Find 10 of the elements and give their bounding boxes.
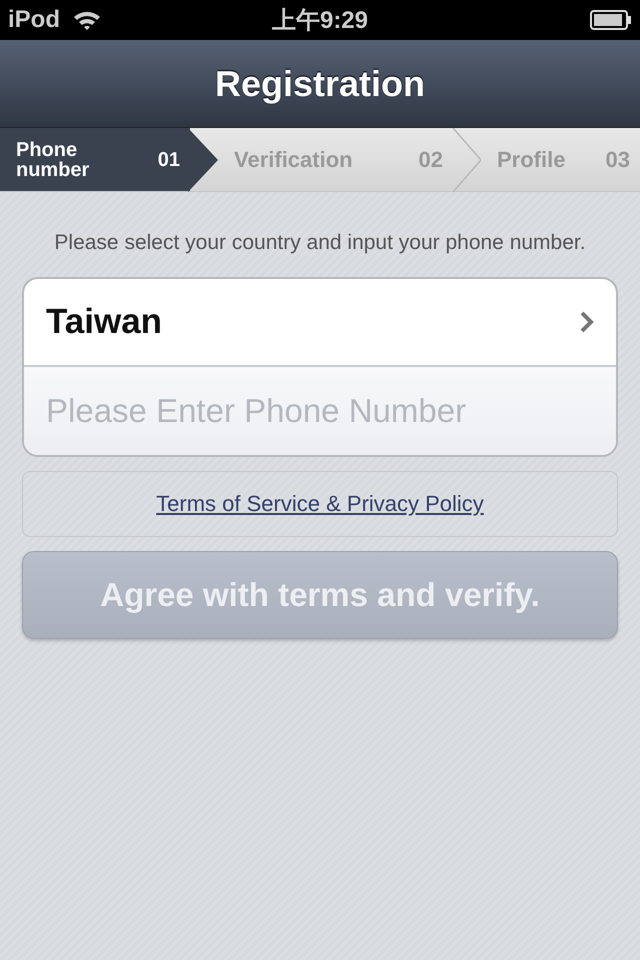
wifi-icon — [72, 9, 102, 31]
phone-input-field[interactable]: Please Enter Phone Number — [24, 367, 616, 455]
instruction-text: Please select your country and input your phone number. — [53, 230, 587, 256]
step-pointer-icon — [188, 128, 218, 192]
terms-link[interactable]: Terms of Service & Privacy Policy — [156, 491, 484, 517]
carrier-label: iPod — [8, 6, 60, 34]
chevron-right-icon — [580, 311, 594, 333]
page-title: Registration — [214, 62, 426, 104]
clock-time: 上午9:29 — [272, 6, 368, 36]
battery-icon — [590, 10, 632, 30]
